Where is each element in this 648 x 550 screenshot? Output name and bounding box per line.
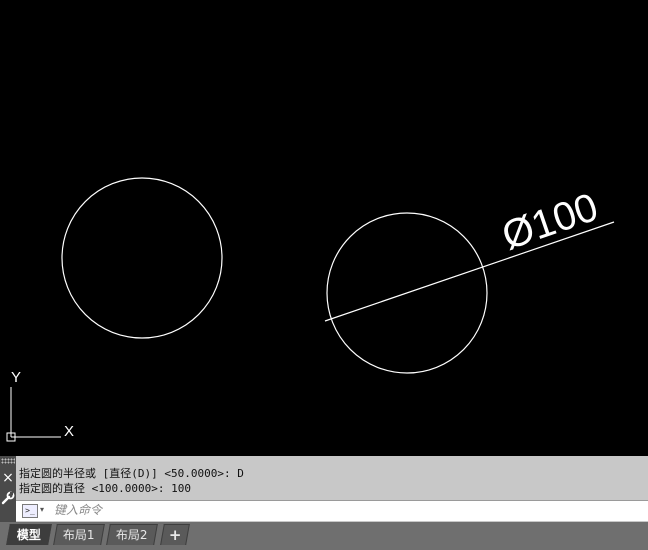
drawing-svg[interactable]: Ø100 Y X <box>0 0 648 456</box>
drawing-canvas[interactable]: Ø100 Y X <box>0 0 648 456</box>
command-prompt-icon[interactable]: >_ <box>22 504 38 518</box>
command-history-line-1: 指定圆的半径或 [直径(D)] <50.0000>: D <box>19 467 244 480</box>
add-layout-button[interactable]: + <box>160 524 190 545</box>
tab-layout1[interactable]: 布局1 <box>53 524 105 545</box>
plus-icon: + <box>168 526 182 544</box>
ucs-y-label: Y <box>11 369 21 386</box>
command-input[interactable] <box>54 502 634 518</box>
tab-model[interactable]: 模型 <box>6 524 52 545</box>
command-history-line-2: 指定圆的直径 <100.0000>: 100 <box>19 482 191 495</box>
grip-dots-icon[interactable] <box>1 458 15 464</box>
dimension-text[interactable]: Ø100 <box>497 185 604 258</box>
layout-tab-bar: 模型 布局1 布局2 + <box>0 522 648 550</box>
ucs-icon: Y X <box>6 369 74 442</box>
tab-layout1-label: 布局1 <box>63 528 95 542</box>
tab-layout2-label: 布局2 <box>116 528 148 542</box>
command-panel-grip[interactable]: × <box>0 456 16 522</box>
wrench-icon[interactable] <box>0 490 16 506</box>
command-line-panel: × 指定圆的半径或 [直径(D)] <50.0000>: D 指定圆的直径 <1… <box>0 456 648 522</box>
tab-layout2[interactable]: 布局2 <box>106 524 158 545</box>
ucs-x-label: X <box>64 423 74 440</box>
close-icon[interactable]: × <box>0 470 16 486</box>
circle-left[interactable] <box>61 177 223 339</box>
command-input-row[interactable]: >_ ▾ <box>16 500 648 521</box>
tab-model-label: 模型 <box>16 528 41 542</box>
chevron-down-icon[interactable]: ▾ <box>40 505 44 514</box>
